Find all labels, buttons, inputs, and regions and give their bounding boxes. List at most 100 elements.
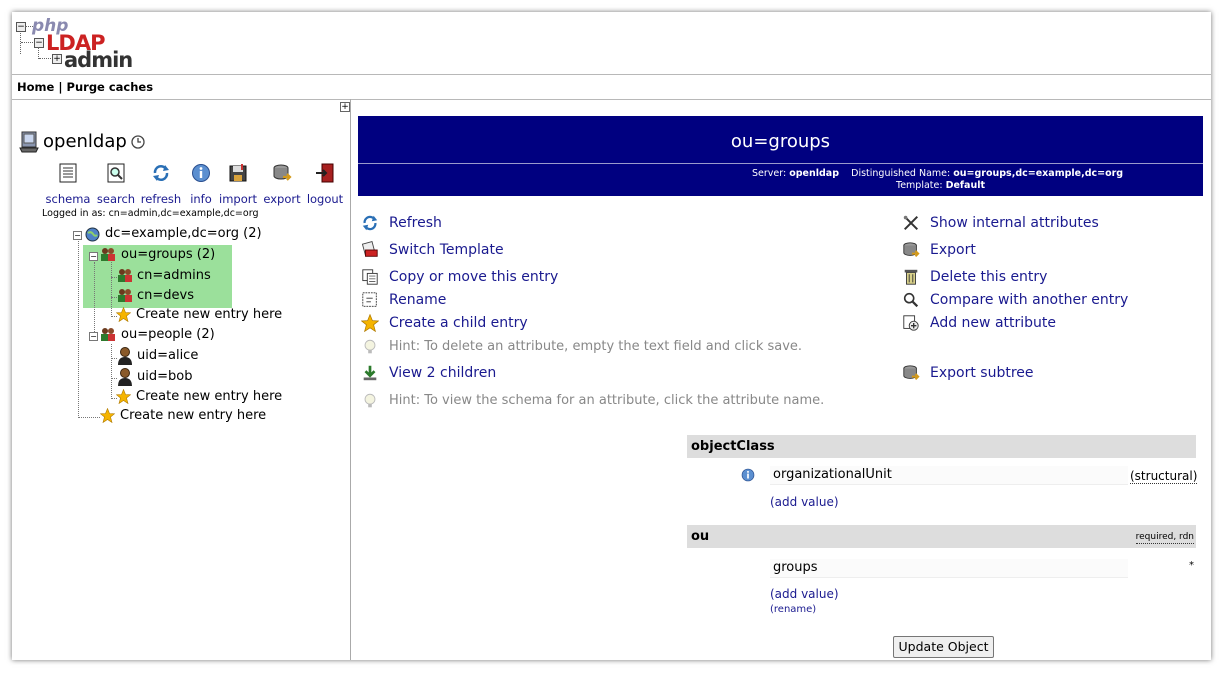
user-icon — [118, 368, 132, 386]
server-value: openldap — [789, 168, 840, 179]
add-attribute-icon — [903, 315, 919, 331]
schema-icon — [59, 163, 77, 183]
star-icon — [116, 307, 131, 322]
switch-template-label: Switch Template — [389, 242, 504, 258]
objectclass-attribute-header: objectClass — [687, 435, 1196, 458]
refresh-action-label: Refresh — [389, 215, 442, 231]
export-icon — [903, 242, 920, 258]
toolbar-search[interactable]: search — [92, 163, 140, 206]
top-navigation: Home | Purge caches — [12, 74, 1211, 100]
toolbar-import-label: import — [219, 192, 257, 206]
refresh-icon — [153, 165, 169, 181]
application-frame: − − + php LDAP admin Home | Purge caches… — [12, 12, 1211, 660]
lightbulb-icon — [364, 339, 376, 354]
switch-template-icon — [361, 241, 378, 257]
entry-panel: ou=groups Server: openldap Distinguished… — [351, 99, 1211, 660]
create-child-label: Create a child entry — [389, 315, 528, 331]
objectclass-add-value-link[interactable]: (add value) — [770, 495, 839, 509]
objectclass-attribute-name[interactable]: objectClass — [691, 435, 775, 458]
export-subtree-label: Export subtree — [930, 365, 1034, 381]
info-icon — [192, 164, 210, 182]
nav-separator: | — [54, 80, 67, 94]
collapse-root-toggle[interactable]: − — [73, 231, 82, 240]
refresh-icon — [362, 215, 378, 231]
logged-in-info: Logged in as: cn=admin,dc=example,dc=org — [42, 208, 259, 219]
user-icon — [118, 347, 132, 365]
star-icon — [100, 408, 115, 423]
export-label: Export — [930, 242, 976, 258]
tree-create-entry-people-label: Create new entry here — [136, 389, 283, 404]
collapse-groups-toggle[interactable]: − — [89, 252, 98, 261]
lightbulb-icon — [364, 393, 376, 408]
toolbar-import[interactable]: import — [214, 163, 262, 206]
group-icon — [118, 289, 132, 302]
ou-attribute-header: ou required, rdn — [687, 525, 1196, 548]
tree-create-entry-root-label: Create new entry here — [120, 408, 267, 423]
tools-icon — [903, 215, 919, 231]
toolbar-schema[interactable]: schema — [44, 163, 92, 206]
tree-panel: + openldap schema search refresh info im… — [12, 99, 351, 660]
server-name: openldap — [43, 131, 127, 152]
group-icon — [101, 248, 115, 261]
star-icon — [361, 314, 379, 332]
ou-rename-link[interactable]: (rename) — [770, 604, 816, 615]
toolbar-export[interactable]: export — [258, 163, 306, 206]
phpldapadmin-logo[interactable]: − − + php LDAP admin — [16, 16, 133, 74]
group-icon — [118, 269, 132, 282]
tree-item-people-label: ou=people (2) — [121, 327, 215, 342]
purge-caches-link[interactable]: Purge caches — [67, 75, 154, 99]
import-icon — [229, 164, 247, 182]
rename-label: Rename — [389, 292, 447, 308]
group-icon — [101, 328, 115, 341]
toolbar-export-label: export — [263, 192, 301, 206]
structural-note-text: (structural) — [1130, 469, 1198, 484]
logo-admin-text: admin — [64, 48, 133, 72]
home-link[interactable]: Home — [17, 75, 54, 99]
objectclass-value-field[interactable]: organizationalUnit — [770, 466, 1128, 485]
compare-icon — [903, 292, 919, 308]
expand-panel-button[interactable]: + — [340, 102, 350, 112]
add-attribute-label: Add new attribute — [930, 315, 1057, 331]
copy-move-label: Copy or move this entry — [389, 269, 559, 285]
star-icon — [116, 389, 131, 404]
info-icon[interactable] — [741, 468, 755, 482]
copy-icon — [362, 269, 378, 285]
hint-schema-text: Hint: To view the schema for an attribut… — [389, 393, 825, 408]
dn-label: Distinguished Name: — [851, 168, 951, 179]
toolbar-logout[interactable]: logout — [301, 163, 349, 206]
template-label: Template: — [896, 180, 943, 191]
ou-value-field[interactable]: groups — [770, 559, 1128, 578]
structural-note: (structural) — [1130, 469, 1198, 484]
tree-item-root-label: dc=example,dc=org (2) — [105, 226, 262, 241]
ou-attribute-flags: required, rdn — [1135, 532, 1194, 544]
required-marker: * — [1189, 560, 1194, 571]
delete-entry-label: Delete this entry — [930, 269, 1048, 285]
export-icon — [273, 164, 292, 181]
template-value: Default — [945, 180, 986, 191]
compare-entry-label: Compare with another entry — [930, 292, 1129, 308]
show-internal-attributes-label: Show internal attributes — [930, 215, 1099, 231]
tree-item-admins-label: cn=admins — [137, 268, 211, 283]
globe-icon — [85, 227, 100, 242]
trash-icon — [904, 269, 918, 285]
view-children-label: View 2 children — [389, 365, 497, 381]
entry-header: ou=groups Server: openldap Distinguished… — [358, 116, 1203, 196]
collapse-people-toggle[interactable]: − — [89, 332, 98, 341]
header-divider — [358, 163, 1203, 164]
entry-title: ou=groups — [730, 131, 831, 152]
server-icon — [19, 131, 39, 153]
export-icon — [903, 365, 920, 381]
logout-icon — [316, 163, 334, 183]
ou-attribute-name[interactable]: ou — [691, 525, 709, 548]
search-icon — [107, 163, 125, 183]
download-arrow-icon — [363, 365, 377, 381]
ou-add-value-link[interactable]: (add value) — [770, 587, 839, 601]
tree-item-groups-label: ou=groups (2) — [121, 247, 216, 262]
toolbar-logout-label: logout — [306, 192, 344, 206]
update-object-button[interactable]: Update Object — [893, 636, 994, 658]
clock-icon[interactable] — [131, 135, 145, 149]
tree-item-devs-label: cn=devs — [137, 288, 194, 303]
toolbar-schema-label: schema — [45, 192, 91, 206]
tree-item-alice-label: uid=alice — [137, 348, 199, 363]
tree-create-entry-groups-label: Create new entry here — [136, 307, 283, 322]
